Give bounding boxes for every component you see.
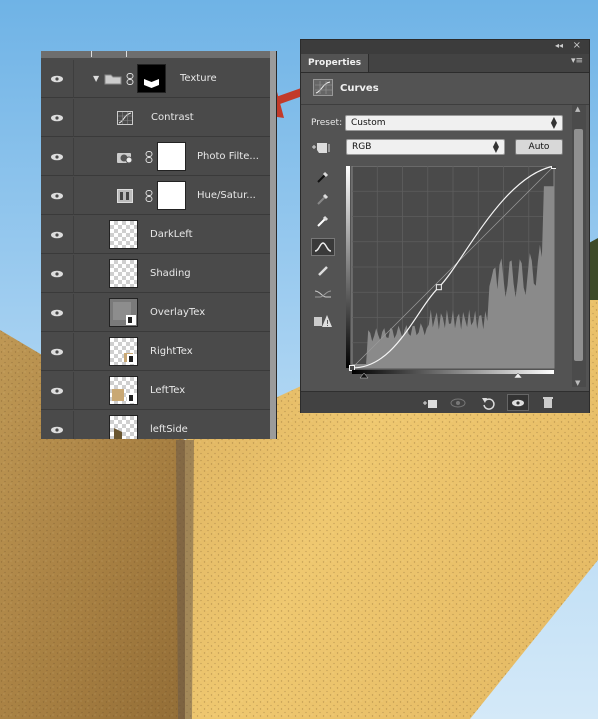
layer-row-lefttex[interactable]: LeftTex (41, 372, 270, 410)
layer-mask-thumbnail[interactable] (157, 181, 186, 210)
visibility-eye-icon[interactable] (41, 60, 74, 98)
properties-panel: ◂◂ × Properties ▾≡ Curves Preset: Custom… (300, 39, 590, 413)
input-gradient-bar (352, 370, 554, 374)
curves-adjustment-icon (117, 111, 133, 125)
layer-thumbnail[interactable] (109, 220, 138, 249)
curve-point[interactable] (435, 284, 442, 291)
visibility-eye-icon[interactable] (41, 99, 74, 137)
tab-properties[interactable]: Properties (301, 54, 370, 72)
channel-dropdown[interactable]: RGB ▲ ▼ (346, 139, 505, 155)
properties-footer (301, 391, 589, 413)
pencil-draw-icon[interactable] (311, 262, 335, 280)
group-mask-thumbnail[interactable] (137, 64, 166, 93)
auto-button[interactable]: Auto (515, 139, 563, 155)
clip-to-layer-icon[interactable] (419, 394, 441, 411)
properties-header: Curves (301, 73, 589, 105)
panel-titlebar[interactable]: ◂◂ × (301, 40, 589, 54)
view-previous-state-icon[interactable] (447, 394, 469, 411)
layer-thumbnail[interactable] (109, 415, 138, 439)
hue-saturation-adjustment-icon (117, 189, 133, 203)
mask-link-chain-icon[interactable] (145, 151, 153, 163)
layer-row-hue-saturation[interactable]: Hue/Satur... (41, 177, 270, 215)
layer-row-righttex[interactable]: RightTex (41, 333, 270, 371)
white-point-eyedropper-icon[interactable] (311, 212, 335, 230)
collapse-panel-icon[interactable]: ◂◂ (555, 41, 563, 50)
layer-name: LeftTex (150, 385, 186, 396)
output-gradient-bar (346, 166, 350, 368)
layer-thumbnail[interactable] (109, 376, 138, 405)
folder-icon (104, 74, 122, 85)
gray-point-eyedropper-icon[interactable] (311, 190, 335, 208)
edit-points-curve-icon[interactable] (311, 238, 335, 256)
visibility-eye-icon[interactable] (41, 138, 74, 176)
layer-name: Shading (150, 268, 191, 279)
clipping-warning-icon[interactable]: ! (311, 312, 335, 330)
black-point-eyedropper-icon[interactable] (311, 168, 335, 186)
reset-adjustment-icon[interactable] (477, 394, 499, 411)
layer-row-contrast[interactable]: Contrast (41, 99, 270, 137)
toggle-visibility-eye-icon[interactable] (507, 394, 529, 411)
layers-panel: ▼ Texture Contrast Photo Filte... Hue/Sa… (41, 51, 277, 439)
layer-row-shading[interactable]: Shading (41, 255, 270, 293)
smooth-curve-icon[interactable] (311, 284, 335, 302)
layer-name: Texture (180, 73, 217, 84)
visibility-eye-icon[interactable] (41, 372, 74, 410)
visibility-eye-icon[interactable] (41, 294, 74, 332)
curves-adjustment-icon (313, 79, 333, 96)
curve-point[interactable] (349, 365, 355, 371)
layers-scrollbar[interactable] (270, 51, 276, 439)
layer-name: DarkLeft (150, 229, 193, 240)
layer-thumbnail[interactable] (109, 298, 138, 327)
group-expanded-triangle-icon[interactable]: ▼ (93, 74, 99, 83)
layers-panel-top (41, 51, 276, 58)
visibility-eye-icon[interactable] (41, 333, 74, 371)
layer-name: OverlayTex (150, 307, 206, 318)
preset-dropdown[interactable]: Custom ▲ ▼ (345, 115, 563, 131)
visibility-eye-icon[interactable] (41, 255, 74, 293)
mask-link-chain-icon[interactable] (126, 73, 134, 85)
layer-row-texture[interactable]: ▼ Texture (41, 60, 270, 98)
visibility-eye-icon[interactable] (41, 216, 74, 254)
preset-label: Preset: (311, 118, 343, 128)
layer-row-leftside[interactable]: leftSide (41, 411, 270, 439)
photo-filter-adjustment-icon (117, 153, 133, 164)
curves-graph[interactable] (346, 166, 556, 386)
layer-name: RightTex (150, 346, 193, 357)
layer-mask-thumbnail[interactable] (157, 142, 186, 171)
mask-link-chain-icon[interactable] (145, 190, 153, 202)
properties-scrollbar[interactable]: ▲ ▼ (572, 105, 586, 387)
layer-thumbnail[interactable] (109, 337, 138, 366)
layer-name: Contrast (151, 112, 194, 123)
layer-name: Hue/Satur... (197, 190, 256, 201)
targeted-adjustment-hand-icon[interactable] (311, 139, 333, 155)
layer-name: Photo Filte... (197, 151, 259, 162)
curve-point[interactable] (551, 166, 557, 169)
layer-name: leftSide (150, 424, 188, 435)
layer-thumbnail[interactable] (109, 259, 138, 288)
close-panel-icon[interactable]: × (573, 40, 581, 51)
svg-text:!: ! (326, 319, 329, 328)
panel-menu-icon[interactable]: ▾≡ (571, 56, 583, 66)
layer-row-darkleft[interactable]: DarkLeft (41, 216, 270, 254)
layer-row-photo-filter[interactable]: Photo Filte... (41, 138, 270, 176)
visibility-eye-icon[interactable] (41, 411, 74, 439)
visibility-eye-icon[interactable] (41, 177, 74, 215)
panel-title: Curves (340, 83, 379, 94)
delete-trash-icon[interactable] (537, 394, 559, 411)
layer-row-overlaytex[interactable]: OverlayTex (41, 294, 270, 332)
